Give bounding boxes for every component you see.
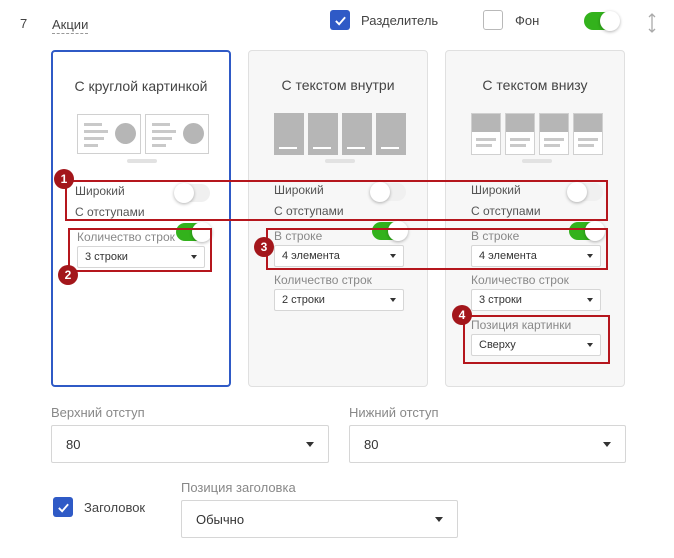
rows-value: 2 строки (282, 294, 325, 306)
preview-item (342, 113, 372, 155)
vertical-arrows-icon (648, 13, 656, 33)
check-icon (57, 503, 69, 513)
caret-down-icon (306, 441, 314, 447)
preview-item (539, 113, 569, 155)
annotation-box-1 (65, 180, 608, 221)
caret-down-icon (435, 516, 443, 522)
caret-down-icon (587, 298, 593, 302)
heading-checkbox[interactable] (53, 497, 73, 517)
section-title[interactable]: Акции (52, 17, 89, 34)
divider-label: Разделитель (361, 13, 439, 28)
rows-label: Количество строк (471, 273, 569, 287)
card-title: С текстом внизу (482, 77, 588, 93)
rows-label: Количество строк (274, 273, 372, 287)
resize-handle-icon[interactable] (648, 12, 656, 37)
card-title: С круглой картинкой (74, 78, 208, 94)
preview-item (376, 113, 406, 155)
heading-position-label: Позиция заголовка (181, 480, 296, 495)
annotation-box-2 (68, 228, 212, 272)
background-checkbox[interactable] (483, 10, 503, 30)
preview-item (573, 113, 603, 155)
caret-down-icon (390, 298, 396, 302)
check-icon (334, 16, 346, 26)
preview-pagination (522, 159, 552, 163)
annotation-badge-2: 2 (58, 265, 78, 285)
toggle-knob (600, 11, 620, 31)
preview-item (308, 113, 338, 155)
preview-item (471, 113, 501, 155)
preview-item (274, 113, 304, 155)
top-padding-label: Верхний отступ (51, 405, 145, 420)
preview-item (505, 113, 535, 155)
annotation-box-3 (266, 228, 608, 270)
annotation-box-4 (463, 315, 610, 364)
block-number: 7 (20, 16, 28, 31)
bottom-padding-select[interactable]: 80 (349, 425, 626, 463)
block-visibility-toggle[interactable] (584, 11, 620, 31)
preview-item (77, 114, 141, 154)
preview-pagination (325, 159, 355, 163)
annotation-badge-4: 4 (452, 305, 472, 325)
annotation-badge-1: 1 (54, 169, 74, 189)
background-label: Фон (515, 13, 540, 28)
top-padding-value: 80 (66, 436, 81, 452)
heading-position-value: Обычно (196, 511, 245, 527)
rows-value: 3 строки (479, 294, 522, 306)
heading-position-select[interactable]: Обычно (181, 500, 458, 538)
divider-checkbox[interactable] (330, 10, 350, 30)
card-title: С текстом внутри (281, 77, 395, 93)
heading-label: Заголовок (84, 500, 146, 515)
annotation-badge-3: 3 (254, 237, 274, 257)
rows-select[interactable]: 2 строки (274, 289, 404, 311)
caret-down-icon (603, 441, 611, 447)
top-padding-select[interactable]: 80 (51, 425, 329, 463)
bottom-padding-value: 80 (364, 436, 379, 452)
preview-pagination (127, 159, 157, 163)
preview-item (145, 114, 209, 154)
rows-select[interactable]: 3 строки (471, 289, 601, 311)
bottom-padding-label: Нижний отступ (349, 405, 439, 420)
